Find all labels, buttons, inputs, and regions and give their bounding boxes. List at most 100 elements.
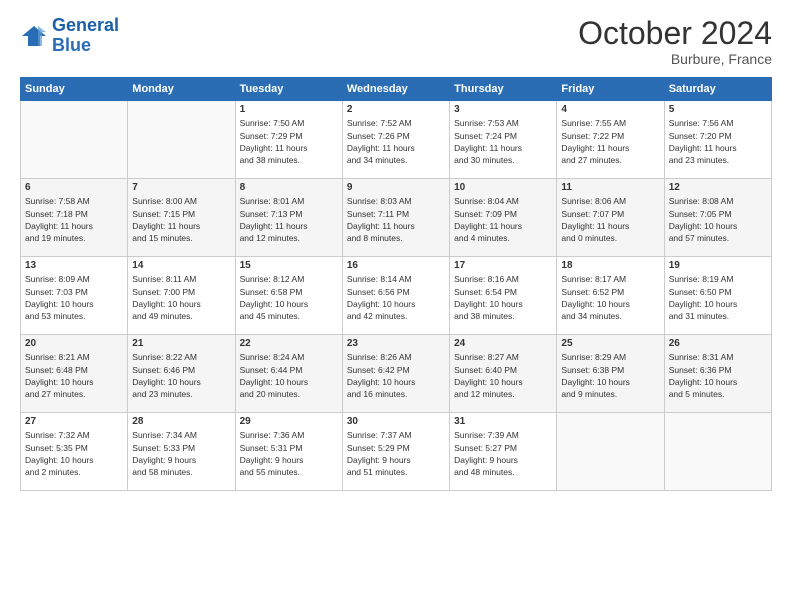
- col-thursday: Thursday: [450, 78, 557, 101]
- day-cell: 2 Sunrise: 7:52 AM Sunset: 7:26 PM Daylig…: [342, 101, 449, 179]
- day-info: Sunrise: 8:21 AM Sunset: 6:48 PM Dayligh…: [25, 351, 123, 400]
- day-number: 19: [669, 260, 767, 271]
- day-cell: 3Sunrise: 7:53 AM Sunset: 7:24 PM Daylig…: [450, 101, 557, 179]
- day-info: Sunrise: 8:03 AM Sunset: 7:11 PM Dayligh…: [347, 195, 445, 244]
- day-number: 5: [669, 104, 767, 115]
- day-info: Sunrise: 8:26 AM Sunset: 6:42 PM Dayligh…: [347, 351, 445, 400]
- day-cell: [128, 101, 235, 179]
- day-info: Sunrise: 8:17 AM Sunset: 6:52 PM Dayligh…: [561, 273, 659, 322]
- day-number: 9: [347, 182, 445, 193]
- day-info: Sunrise: 7:58 AM Sunset: 7:18 PM Dayligh…: [25, 195, 123, 244]
- col-sunday: Sunday: [21, 78, 128, 101]
- col-saturday: Saturday: [664, 78, 771, 101]
- col-friday: Friday: [557, 78, 664, 101]
- day-number: 28: [132, 416, 230, 427]
- day-info: Sunrise: 8:29 AM Sunset: 6:38 PM Dayligh…: [561, 351, 659, 400]
- day-number: 22: [240, 338, 338, 349]
- day-info: Sunrise: 8:19 AM Sunset: 6:50 PM Dayligh…: [669, 273, 767, 322]
- day-info: Sunrise: 8:27 AM Sunset: 6:40 PM Dayligh…: [454, 351, 552, 400]
- day-info: Sunrise: 8:09 AM Sunset: 7:03 PM Dayligh…: [25, 273, 123, 322]
- logo: General Blue: [20, 16, 119, 56]
- col-monday: Monday: [128, 78, 235, 101]
- day-cell: 1 Sunrise: 7:50 AM Sunset: 7:29 PM Daylig…: [235, 101, 342, 179]
- day-cell: 6 Sunrise: 7:58 AM Sunset: 7:18 PM Daylig…: [21, 179, 128, 257]
- day-cell: 28 Sunrise: 7:34 AM Sunset: 5:33 PM Dayli…: [128, 413, 235, 491]
- logo-general: General: [52, 15, 119, 35]
- day-number: 10: [454, 182, 552, 193]
- day-number: 26: [669, 338, 767, 349]
- day-number: 16: [347, 260, 445, 271]
- logo-icon: [20, 22, 48, 50]
- day-info: Sunrise: 8:31 AM Sunset: 6:36 PM Dayligh…: [669, 351, 767, 400]
- day-number: 6: [25, 182, 123, 193]
- day-info: Sunrise: 8:22 AM Sunset: 6:46 PM Dayligh…: [132, 351, 230, 400]
- day-number: 31: [454, 416, 552, 427]
- day-info: Sunrise: 7:37 AM Sunset: 5:29 PM Dayligh…: [347, 429, 445, 478]
- day-cell: 5 Sunrise: 7:56 AM Sunset: 7:20 PM Daylig…: [664, 101, 771, 179]
- day-cell: 21Sunrise: 8:22 AM Sunset: 6:46 PM Dayli…: [128, 335, 235, 413]
- day-info: Sunrise: 8:12 AM Sunset: 6:58 PM Dayligh…: [240, 273, 338, 322]
- week-row-1: 1 Sunrise: 7:50 AM Sunset: 7:29 PM Daylig…: [21, 101, 772, 179]
- day-cell: 30 Sunrise: 7:37 AM Sunset: 5:29 PM Dayli…: [342, 413, 449, 491]
- day-cell: 11 Sunrise: 8:06 AM Sunset: 7:07 PM Dayli…: [557, 179, 664, 257]
- day-cell: [664, 413, 771, 491]
- calendar-table: Sunday Monday Tuesday Wednesday Thursday…: [20, 77, 772, 491]
- day-number: 24: [454, 338, 552, 349]
- day-info: Sunrise: 8:16 AM Sunset: 6:54 PM Dayligh…: [454, 273, 552, 322]
- day-number: 11: [561, 182, 659, 193]
- day-cell: 4Sunrise: 7:55 AM Sunset: 7:22 PM Daylig…: [557, 101, 664, 179]
- day-cell: 17 Sunrise: 8:16 AM Sunset: 6:54 PM Dayli…: [450, 257, 557, 335]
- day-info: Sunrise: 8:08 AM Sunset: 7:05 PM Dayligh…: [669, 195, 767, 244]
- day-cell: 8Sunrise: 8:01 AM Sunset: 7:13 PM Daylig…: [235, 179, 342, 257]
- day-cell: 9 Sunrise: 8:03 AM Sunset: 7:11 PM Daylig…: [342, 179, 449, 257]
- day-number: 27: [25, 416, 123, 427]
- day-number: 8: [240, 182, 338, 193]
- day-cell: 29Sunrise: 7:36 AM Sunset: 5:31 PM Dayli…: [235, 413, 342, 491]
- day-number: 12: [669, 182, 767, 193]
- day-cell: 18Sunrise: 8:17 AM Sunset: 6:52 PM Dayli…: [557, 257, 664, 335]
- month-title: October 2024: [578, 16, 772, 51]
- day-cell: 16 Sunrise: 8:14 AM Sunset: 6:56 PM Dayli…: [342, 257, 449, 335]
- day-number: 1: [240, 104, 338, 115]
- day-cell: 31 Sunrise: 7:39 AM Sunset: 5:27 PM Dayli…: [450, 413, 557, 491]
- day-number: 29: [240, 416, 338, 427]
- day-info: Sunrise: 7:50 AM Sunset: 7:29 PM Dayligh…: [240, 117, 338, 166]
- day-info: Sunrise: 7:55 AM Sunset: 7:22 PM Dayligh…: [561, 117, 659, 166]
- day-cell: 12 Sunrise: 8:08 AM Sunset: 7:05 PM Dayli…: [664, 179, 771, 257]
- day-cell: 24 Sunrise: 8:27 AM Sunset: 6:40 PM Dayli…: [450, 335, 557, 413]
- day-info: Sunrise: 8:06 AM Sunset: 7:07 PM Dayligh…: [561, 195, 659, 244]
- day-info: Sunrise: 8:14 AM Sunset: 6:56 PM Dayligh…: [347, 273, 445, 322]
- day-cell: 14Sunrise: 8:11 AM Sunset: 7:00 PM Dayli…: [128, 257, 235, 335]
- title-block: October 2024 Burbure, France: [578, 16, 772, 67]
- day-number: 7: [132, 182, 230, 193]
- week-row-2: 6 Sunrise: 7:58 AM Sunset: 7:18 PM Daylig…: [21, 179, 772, 257]
- day-info: Sunrise: 8:00 AM Sunset: 7:15 PM Dayligh…: [132, 195, 230, 244]
- day-cell: 26 Sunrise: 8:31 AM Sunset: 6:36 PM Dayli…: [664, 335, 771, 413]
- page: General Blue October 2024 Burbure, Franc…: [0, 0, 792, 612]
- day-cell: [557, 413, 664, 491]
- header-row: Sunday Monday Tuesday Wednesday Thursday…: [21, 78, 772, 101]
- day-info: Sunrise: 7:53 AM Sunset: 7:24 PM Dayligh…: [454, 117, 552, 166]
- day-cell: 20Sunrise: 8:21 AM Sunset: 6:48 PM Dayli…: [21, 335, 128, 413]
- day-info: Sunrise: 7:52 AM Sunset: 7:26 PM Dayligh…: [347, 117, 445, 166]
- day-cell: 19 Sunrise: 8:19 AM Sunset: 6:50 PM Dayli…: [664, 257, 771, 335]
- day-number: 14: [132, 260, 230, 271]
- logo-blue: Blue: [52, 35, 91, 55]
- week-row-4: 20Sunrise: 8:21 AM Sunset: 6:48 PM Dayli…: [21, 335, 772, 413]
- calendar-body: 1 Sunrise: 7:50 AM Sunset: 7:29 PM Daylig…: [21, 101, 772, 491]
- day-cell: 10Sunrise: 8:04 AM Sunset: 7:09 PM Dayli…: [450, 179, 557, 257]
- day-info: Sunrise: 7:34 AM Sunset: 5:33 PM Dayligh…: [132, 429, 230, 478]
- day-number: 30: [347, 416, 445, 427]
- col-wednesday: Wednesday: [342, 78, 449, 101]
- day-cell: 22Sunrise: 8:24 AM Sunset: 6:44 PM Dayli…: [235, 335, 342, 413]
- location-subtitle: Burbure, France: [578, 51, 772, 67]
- header: General Blue October 2024 Burbure, Franc…: [20, 16, 772, 67]
- day-info: Sunrise: 7:39 AM Sunset: 5:27 PM Dayligh…: [454, 429, 552, 478]
- day-number: 13: [25, 260, 123, 271]
- day-number: 2: [347, 104, 445, 115]
- day-cell: 27Sunrise: 7:32 AM Sunset: 5:35 PM Dayli…: [21, 413, 128, 491]
- day-cell: 7 Sunrise: 8:00 AM Sunset: 7:15 PM Daylig…: [128, 179, 235, 257]
- day-number: 17: [454, 260, 552, 271]
- week-row-5: 27Sunrise: 7:32 AM Sunset: 5:35 PM Dayli…: [21, 413, 772, 491]
- day-info: Sunrise: 7:56 AM Sunset: 7:20 PM Dayligh…: [669, 117, 767, 166]
